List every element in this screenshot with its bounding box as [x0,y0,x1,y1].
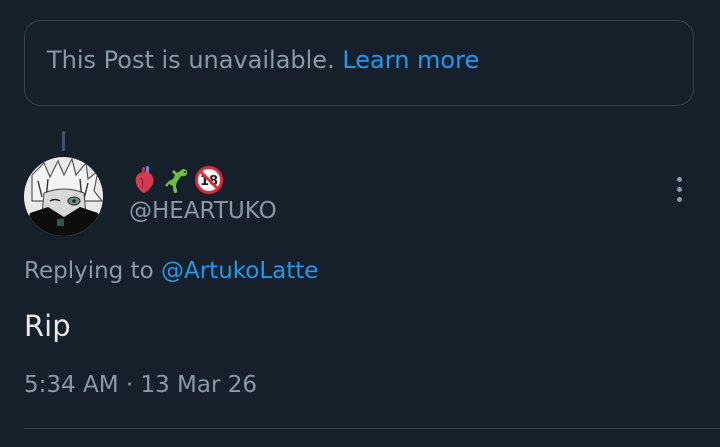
more-options-icon[interactable] [664,172,694,206]
post-text: Rip [24,309,71,343]
thread-connector-line [62,131,65,151]
anatomical-heart-icon [135,166,154,193]
divider [24,428,720,429]
replying-to: Replying to @ArtukoLatte [24,258,318,284]
learn-more-link[interactable]: Learn more [342,46,479,74]
replying-mention-link[interactable]: @ArtukoLatte [161,258,318,284]
avatar[interactable] [24,157,103,236]
no-one-under-eighteen-icon: 18 [195,166,223,194]
unavailable-notice: This Post is unavailable. Learn more [47,46,479,74]
user-handle[interactable]: @HEARTUKO [129,198,277,224]
post-timestamp[interactable]: 5:34 AM · 13 Mar 26 [24,372,257,398]
display-name[interactable]: 18 [129,164,225,196]
unavailable-post-card: This Post is unavailable. Learn more [24,20,694,106]
avatar-image [24,157,103,236]
replying-prefix: Replying to [24,258,154,284]
lizard-icon [165,169,188,193]
unavailable-text: This Post is unavailable. [47,46,335,74]
